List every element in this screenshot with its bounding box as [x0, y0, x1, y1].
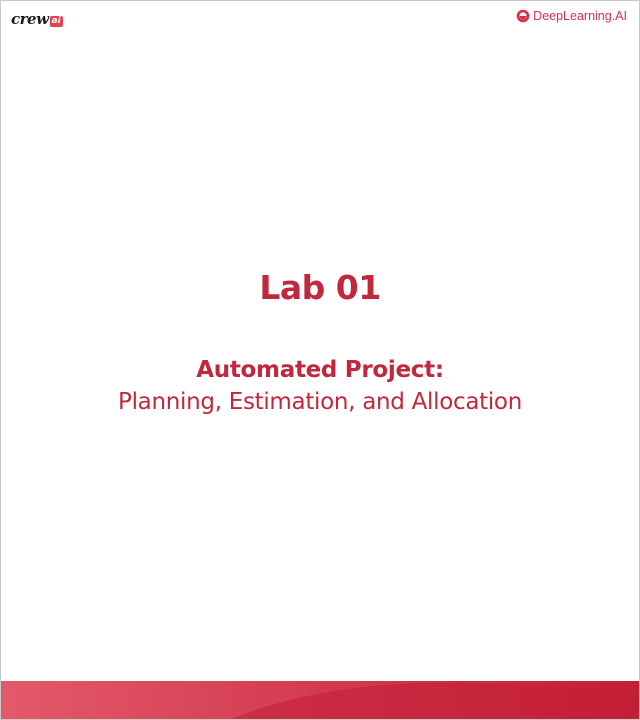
crewai-logo-badge: ai: [49, 15, 63, 27]
deeplearning-ai-logo-icon: [516, 9, 530, 23]
lab-title: Lab 01: [259, 268, 381, 307]
crewai-logo-word: crew: [11, 10, 49, 28]
footer-wave-band: [1, 679, 639, 719]
lab-subtitle-bold: Automated Project:: [196, 357, 444, 383]
slide: crew ai DeepLearning.AI Lab 01 Automated…: [0, 0, 640, 720]
deeplearning-ai-logo: DeepLearning.AI: [516, 7, 627, 25]
lab-subtitle-regular: Planning, Estimation, and Allocation: [118, 389, 522, 415]
deeplearning-ai-logo-text: DeepLearning.AI: [533, 9, 627, 23]
crewai-logo-icon: crew ai: [11, 9, 63, 29]
